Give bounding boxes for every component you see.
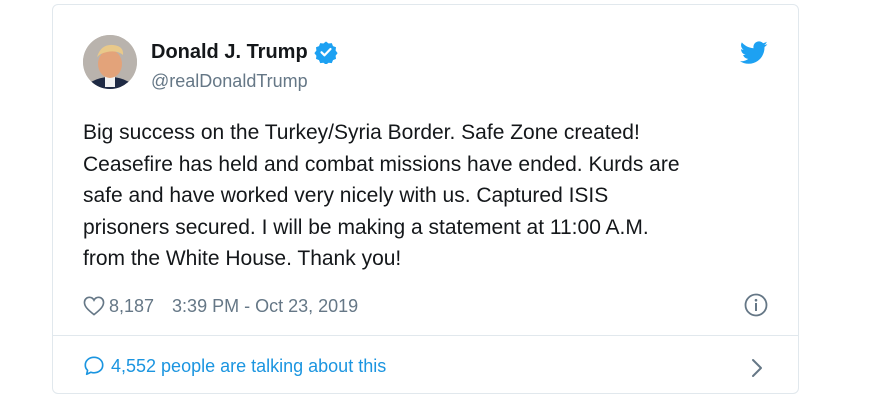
author-handle[interactable]: @realDonaldTrump xyxy=(151,71,308,92)
chevron-right-icon[interactable] xyxy=(750,357,764,379)
twitter-bird-icon[interactable] xyxy=(739,41,768,65)
heart-icon[interactable] xyxy=(83,296,105,316)
author-display-name[interactable]: Donald J. Trump xyxy=(151,41,308,64)
verified-badge-icon xyxy=(314,40,338,65)
tweet-text: Big success on the Turkey/Syria Border. … xyxy=(83,121,680,270)
info-icon[interactable] xyxy=(744,293,768,317)
avatar[interactable] xyxy=(83,35,137,89)
card-divider xyxy=(53,335,798,336)
tweet-meta-row: 8,187 3:39 PM - Oct 23, 2019 xyxy=(83,293,358,319)
talking-about-text[interactable]: 4,552 people are talking about this xyxy=(111,356,386,377)
like-count[interactable]: 8,187 xyxy=(109,296,154,317)
talking-about-link[interactable]: 4,552 people are talking about this xyxy=(83,353,386,379)
avatar-image xyxy=(83,35,137,89)
tweet-card[interactable]: Donald J. Trump @realDonaldTrump Big suc… xyxy=(52,4,799,394)
tweet-timestamp[interactable]: 3:39 PM - Oct 23, 2019 xyxy=(172,296,358,317)
author-name-row: Donald J. Trump xyxy=(151,39,338,65)
speech-bubble-icon xyxy=(83,355,105,377)
